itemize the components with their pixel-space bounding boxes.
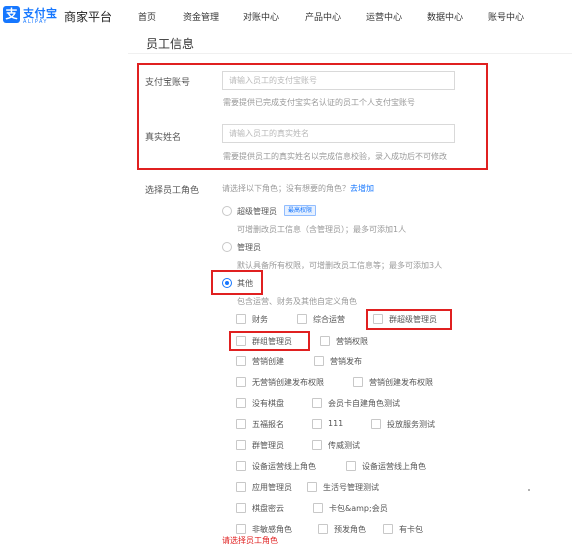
checkbox-role[interactable] <box>236 440 246 450</box>
radio-super-admin[interactable] <box>222 206 232 216</box>
role-super-admin-label: 超级管理员 <box>237 207 277 216</box>
name-hint: 需要提供员工的真实姓名以完成信息校验，录入成功后不可修改 <box>223 152 447 161</box>
checkbox-role-label: 营销创建 <box>252 357 284 366</box>
nav-reconciliation[interactable]: 对账中心 <box>243 10 279 23</box>
alipay-logo-subtext: ALIPAY <box>23 19 48 25</box>
name-input[interactable] <box>222 124 455 143</box>
stray-dot <box>528 489 530 491</box>
checkbox-role[interactable] <box>236 461 246 471</box>
account-input[interactable] <box>222 71 455 90</box>
checkbox-role-label: 设备运营线上角色 <box>362 462 426 471</box>
role-super-admin-desc: 可增删改员工信息（含管理员）；最多可添加1人 <box>237 225 407 234</box>
checkbox-role[interactable] <box>236 356 246 366</box>
checkbox-role[interactable] <box>297 314 307 324</box>
checkbox-role-label: 会员卡自建角色测试 <box>328 399 400 408</box>
checkbox-role[interactable] <box>346 461 356 471</box>
alipay-logo-icon: 支 <box>3 6 20 23</box>
checkbox-role-label: 五福报名 <box>252 420 284 429</box>
checkbox-role-label: 生活号管理测试 <box>323 483 379 492</box>
checkbox-role[interactable] <box>236 314 246 324</box>
checkbox-role-label: 财务 <box>252 315 268 324</box>
checkbox-role-label: 卡包&amp;会员 <box>329 504 388 513</box>
nav-products[interactable]: 产品中心 <box>305 10 341 23</box>
radio-other[interactable] <box>222 278 232 288</box>
nav-account[interactable]: 账号中心 <box>488 10 524 23</box>
nav-home[interactable]: 首页 <box>138 10 156 23</box>
radio-admin[interactable] <box>222 242 232 252</box>
divider <box>128 53 572 54</box>
role-prompt-text: 请选择以下角色；没有想要的角色？ <box>222 184 350 193</box>
checkbox-role[interactable] <box>307 482 317 492</box>
checkbox-role-label: 应用管理员 <box>252 483 292 492</box>
top-nav-bar: 支 支付宝 ALIPAY 商家平台 首页 资金管理 对账中心 产品中心 运营中心… <box>0 0 572 30</box>
checkbox-role-label: 111 <box>328 419 344 428</box>
checkbox-role[interactable] <box>236 398 246 408</box>
checkbox-role-label: 群管理员 <box>252 441 284 450</box>
nav-data[interactable]: 数据中心 <box>427 10 463 23</box>
nav-fund-management[interactable]: 资金管理 <box>183 10 219 23</box>
checkbox-role[interactable] <box>236 503 246 513</box>
account-hint: 需要提供已完成支付宝实名认证的员工个人支付宝账号 <box>223 98 415 107</box>
checkbox-role-label: 群组管理员 <box>252 337 292 346</box>
checkbox-role-label: 无营销创建发布权限 <box>252 378 324 387</box>
merchant-platform-title: 商家平台 <box>64 10 113 24</box>
checkbox-role[interactable] <box>312 398 322 408</box>
checkbox-role[interactable] <box>236 524 246 534</box>
role-admin-desc: 默认具备所有权限，可增删改员工信息等；最多可添加3人 <box>237 261 443 270</box>
checkbox-role[interactable] <box>371 419 381 429</box>
checkbox-role-label: 投放服务测试 <box>387 420 435 429</box>
checkbox-role-label: 棋盘密云 <box>252 504 284 513</box>
checkbox-role[interactable] <box>383 524 393 534</box>
checkbox-role-label: 群超级管理员 <box>389 315 437 324</box>
checkbox-role-label: 非敏感角色 <box>252 525 292 534</box>
highest-permission-tag: 最高权限 <box>284 205 317 216</box>
checkbox-role[interactable] <box>312 440 322 450</box>
role-label: 选择员工角色 <box>145 186 200 196</box>
checkbox-role-label: 有卡包 <box>399 525 423 534</box>
checkbox-role-label: 没有棋盘 <box>252 399 284 408</box>
role-admin-label: 管理员 <box>237 243 261 252</box>
checkbox-role[interactable] <box>353 377 363 387</box>
checkbox-role[interactable] <box>373 314 383 324</box>
checkbox-role[interactable] <box>312 419 322 429</box>
checkbox-role-label: 综合运营 <box>313 315 345 324</box>
page-title: 员工信息 <box>146 37 195 51</box>
checkbox-role-label: 营销权限 <box>336 337 368 346</box>
checkbox-role[interactable] <box>236 377 246 387</box>
checkbox-role-label: 营销创建发布权限 <box>369 378 433 387</box>
checkbox-role[interactable] <box>236 482 246 492</box>
checkbox-role-label: 预发角色 <box>334 525 366 534</box>
nav-operations[interactable]: 运营中心 <box>366 10 402 23</box>
role-other-label: 其他 <box>237 279 253 288</box>
checkbox-role-label: 营销发布 <box>330 357 362 366</box>
role-prompt: 请选择以下角色；没有想要的角色？去增加 <box>222 183 374 194</box>
add-role-link[interactable]: 去增加 <box>350 184 374 193</box>
checkbox-role[interactable] <box>313 503 323 513</box>
checkbox-role[interactable] <box>236 336 246 346</box>
checkbox-role[interactable] <box>318 524 328 534</box>
role-other-desc: 包含运营、财务及其他自定义角色 <box>237 297 357 306</box>
account-label: 支付宝账号 <box>145 78 191 88</box>
checkbox-role[interactable] <box>320 336 330 346</box>
checkbox-role-label: 设备运营线上角色 <box>252 462 316 471</box>
name-label: 真实姓名 <box>145 133 182 143</box>
checkbox-role[interactable] <box>314 356 324 366</box>
checkbox-role-label: 传威测试 <box>328 441 360 450</box>
role-error-message: 请选择员工角色 <box>222 536 278 545</box>
checkbox-role[interactable] <box>236 419 246 429</box>
